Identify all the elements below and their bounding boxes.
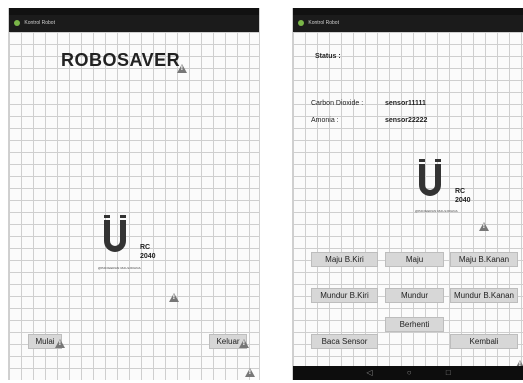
status-bar bbox=[293, 8, 523, 15]
home-icon[interactable]: ○ bbox=[407, 368, 412, 377]
logo-caption: @PANGERAN MAULIDIANA bbox=[415, 209, 458, 213]
read-sensor-button[interactable]: Baca Sensor bbox=[311, 334, 378, 349]
system-nav-bar: ◁ ○ □ bbox=[293, 366, 523, 380]
warning-icon bbox=[177, 64, 187, 73]
logo-u-shape bbox=[419, 159, 441, 196]
title-bar: Kontrol Robot bbox=[9, 15, 259, 32]
warning-icon bbox=[245, 368, 255, 377]
ammonia-label: Amonia : bbox=[311, 117, 339, 124]
co2-value: sensor11111 bbox=[385, 100, 426, 107]
stop-button[interactable]: Berhenti bbox=[385, 317, 444, 332]
logo-number-text: 2040 bbox=[455, 197, 471, 204]
logo-rc-text: RC bbox=[140, 244, 151, 251]
back-left-button[interactable]: Mundur B.Kiri bbox=[311, 288, 378, 303]
warning-icon bbox=[55, 339, 65, 348]
back-right-button[interactable]: Mundur B.Kanan bbox=[450, 288, 518, 303]
warning-icon bbox=[239, 339, 249, 348]
forward-left-button[interactable]: Maju B.Kiri bbox=[311, 252, 378, 267]
forward-button[interactable]: Maju bbox=[385, 252, 444, 267]
window-title: Kontrol Robot bbox=[308, 20, 339, 26]
window-title: Kontrol Robot bbox=[24, 20, 55, 26]
app-icon bbox=[14, 19, 20, 26]
forward-right-button[interactable]: Maju B.Kanan bbox=[450, 252, 518, 267]
app-icon bbox=[298, 19, 304, 26]
ammonia-value: sensor22222 bbox=[385, 117, 428, 124]
co2-label: Carbon Dioxide : bbox=[311, 100, 364, 107]
control-screen: Kontrol Robot Status : Carbon Dioxide : … bbox=[292, 8, 523, 380]
app-title: ROBOSAVER bbox=[61, 50, 181, 70]
return-button[interactable]: Kembali bbox=[450, 334, 518, 349]
title-bar: Kontrol Robot bbox=[293, 15, 523, 32]
recents-icon[interactable]: □ bbox=[446, 368, 451, 377]
logo-number-text: 2040 bbox=[140, 253, 156, 260]
warning-icon bbox=[479, 222, 489, 231]
logo-rc-text: RC bbox=[455, 188, 466, 195]
logo-caption: @PANGERAN MAULIDIANA bbox=[98, 266, 141, 270]
back-icon[interactable]: ◁ bbox=[366, 368, 372, 377]
status-label: Status : bbox=[315, 53, 341, 60]
status-bar bbox=[9, 8, 259, 15]
back-button[interactable]: Mundur bbox=[385, 288, 444, 303]
main-screen: Kontrol Robot ROBOSAVER RC 2040 @PANGERA… bbox=[8, 8, 260, 380]
logo-u-shape bbox=[104, 215, 126, 252]
warning-icon bbox=[169, 293, 179, 302]
